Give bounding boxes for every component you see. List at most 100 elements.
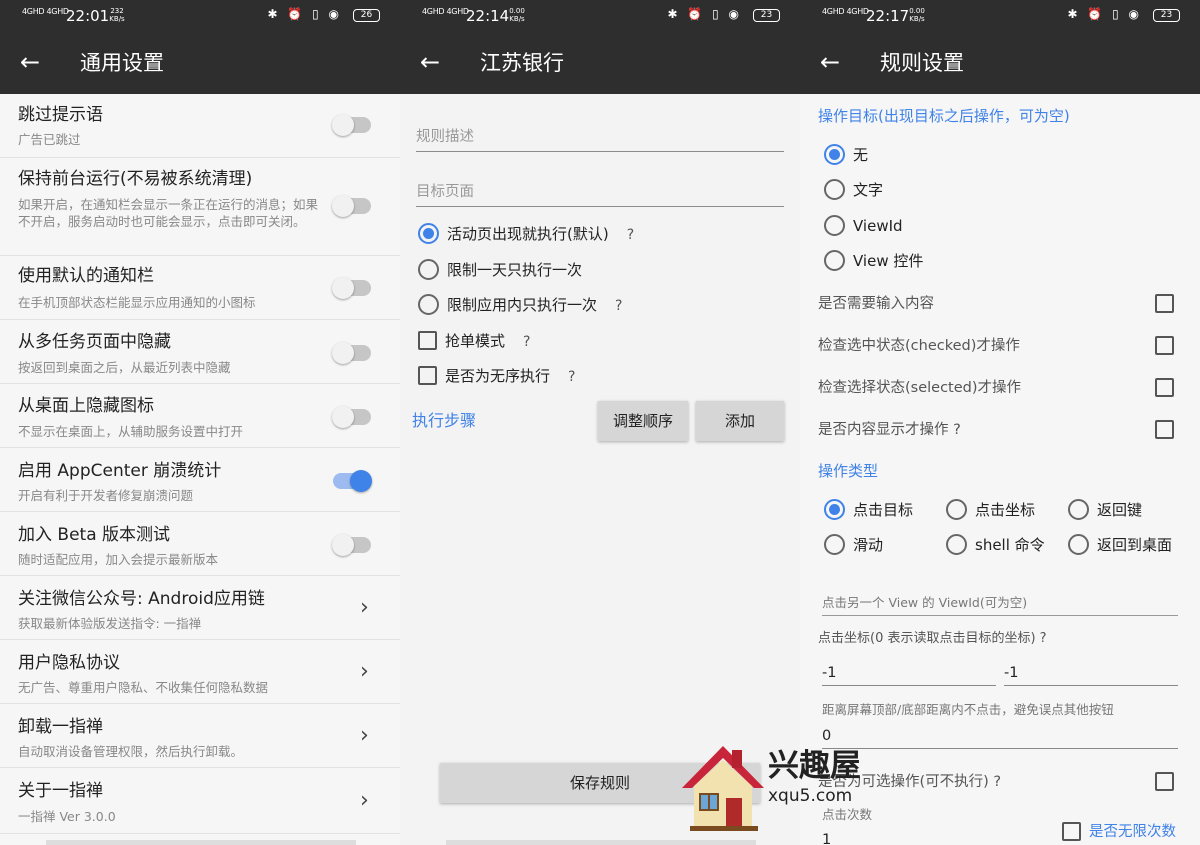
setting-title: 用户隐私协议	[18, 653, 120, 673]
setting-default-notification[interactable]: 使用默认的通知栏 在手机顶部状态栏能显示应用通知的小图标	[0, 256, 400, 320]
radio-run-on-activity[interactable]: 活动页出现就执行(默认)?	[418, 222, 634, 246]
distance-label: 距离屏幕顶部/底部距离内不点击，避免误点其他按钮	[822, 702, 1114, 717]
checkbox-label: 抢单模式	[445, 332, 506, 350]
toggle-switch[interactable]	[333, 470, 372, 492]
radio-target-view-control[interactable]: View 控件	[824, 249, 923, 273]
radio-type-click-coord[interactable]: 点击坐标	[946, 498, 1035, 522]
help-question-icon[interactable]: ?	[523, 334, 530, 350]
house-icon	[682, 746, 764, 831]
radio-type-home[interactable]: 返回到桌面	[1068, 533, 1172, 557]
radio-type-swipe[interactable]: 滑动	[824, 533, 883, 557]
setting-subtitle: 获取最新体验版发送指令: 一指禅	[18, 616, 202, 631]
setting-about[interactable]: 关于一指禅 一指禅 Ver 3.0.0 ›	[0, 768, 400, 834]
help-question-icon[interactable]: ?	[568, 369, 575, 385]
radio-label: 文字	[853, 181, 884, 199]
radio-target-text[interactable]: 文字	[824, 178, 883, 202]
setting-title: 跳过提示语	[18, 105, 103, 125]
radio-unchecked-icon	[824, 215, 845, 236]
reorder-button[interactable]: 调整顺序	[598, 401, 688, 441]
watermark-site: xqu5.com	[768, 786, 853, 806]
help-question-icon[interactable]: ?	[615, 298, 622, 314]
back-arrow-icon[interactable]: ←	[20, 48, 40, 76]
toggle-switch[interactable]	[332, 277, 371, 299]
radio-type-shell[interactable]: shell 命令	[946, 533, 1045, 557]
radio-label: View 控件	[853, 252, 924, 270]
radio-once-per-day[interactable]: 限制一天只执行一次	[418, 258, 582, 282]
other-viewid-input[interactable]: 点击另一个 View 的 ViewId(可为空)	[822, 592, 1178, 616]
setting-title: 保持前台运行(不易被系统清理)	[18, 169, 253, 189]
radio-unchecked-icon	[1068, 534, 1089, 555]
status-icons: ✱ ⏰ ▯ ◉	[1067, 7, 1142, 21]
setting-title: 从桌面上隐藏图标	[18, 396, 154, 416]
checkbox-selected-state[interactable]	[1155, 378, 1174, 397]
setting-subtitle: 广告已跳过	[18, 132, 81, 147]
checkbox-unlimited[interactable]: 是否无限次数	[1062, 820, 1176, 844]
target-page-input[interactable]: 目标页面	[416, 181, 784, 207]
back-arrow-icon[interactable]: ←	[420, 48, 440, 76]
toggle-switch[interactable]	[332, 195, 371, 217]
radio-type-click-target[interactable]: 点击目标	[824, 498, 913, 522]
radio-type-back-key[interactable]: 返回键	[1068, 498, 1142, 522]
checkbox-optional[interactable]	[1155, 772, 1174, 791]
chevron-right-icon: ›	[360, 788, 369, 813]
setting-skip-tips[interactable]: 跳过提示语 广告已跳过	[0, 94, 400, 158]
chevron-right-icon: ›	[360, 723, 369, 748]
setting-privacy-policy[interactable]: 用户隐私协议 无广告、尊重用户隐私、不收集任何隐私数据 ›	[0, 640, 400, 704]
battery-icon: 26	[353, 9, 380, 22]
signal-icon: 4GHD 4GHD	[822, 7, 869, 16]
checkbox-checked-state[interactable]	[1155, 336, 1174, 355]
radio-unchecked-icon	[946, 534, 967, 555]
radio-target-none[interactable]: 无	[824, 143, 868, 167]
setting-title: 关注微信公众号: Android应用链	[18, 589, 265, 609]
setting-beta-test[interactable]: 加入 Beta 版本测试 随时适配应用，加入会提示最新版本	[0, 512, 400, 576]
coord-label: 点击坐标(0 表示读取点击目标的坐标) ?	[818, 631, 1047, 646]
rule-description-input[interactable]: 规则描述	[416, 126, 784, 152]
setting-subtitle: 一指禅 Ver 3.0.0	[18, 809, 116, 824]
toggle-switch[interactable]	[332, 342, 371, 364]
checkbox-need-input[interactable]	[1155, 294, 1174, 313]
setting-appcenter-crash[interactable]: 启用 AppCenter 崩溃统计 开启有利于开发者修复崩溃问题	[0, 448, 400, 512]
radio-unchecked-icon	[418, 294, 439, 315]
setting-uninstall[interactable]: 卸载一指禅 自动取消设备管理权限，然后执行卸载。 ›	[0, 704, 400, 768]
page-title: 通用设置	[80, 51, 164, 75]
setting-keep-foreground[interactable]: 保持前台运行(不易被系统清理) 如果开启，在通知栏会显示一条正在运行的消息；如果…	[0, 158, 400, 256]
setting-subtitle: 无广告、尊重用户隐私、不收集任何隐私数据	[18, 680, 269, 695]
radio-unchecked-icon	[418, 259, 439, 280]
rule-edit-screen: 4GHD 4GHD 22:14 0.00 KB/s ✱ ⏰ ▯ ◉ 23 ← 江苏…	[400, 0, 800, 845]
setting-hide-recents[interactable]: 从多任务页面中隐藏 按返回到桌面之后，从最近列表中隐藏	[0, 320, 400, 384]
execution-steps-link[interactable]: 执行步骤	[412, 410, 476, 432]
setting-hide-launcher-icon[interactable]: 从桌面上隐藏图标 不显示在桌面上，从辅助服务设置中打开	[0, 384, 400, 448]
page-title: 规则设置	[880, 51, 964, 75]
setting-title: 启用 AppCenter 崩溃统计	[18, 461, 222, 481]
radio-target-viewid[interactable]: ViewId	[824, 214, 903, 238]
setting-wechat-follow[interactable]: 关注微信公众号: Android应用链 获取最新体验版发送指令: 一指禅 ›	[0, 576, 400, 640]
toggle-switch[interactable]	[332, 406, 371, 428]
radio-unchecked-icon	[824, 534, 845, 555]
status-icons: ✱ ⏰ ▯ ◉	[667, 7, 742, 21]
check-label-checked: 检查选中状态(checked)才操作	[818, 338, 1020, 354]
radio-label: ViewId	[853, 217, 903, 235]
radio-label: shell 命令	[975, 536, 1045, 554]
setting-title: 从多任务页面中隐藏	[18, 332, 171, 352]
status-bar: 4GHD 4GHD 22:14 0.00 KB/s ✱ ⏰ ▯ ◉ 23	[400, 0, 800, 32]
radio-label: 无	[853, 146, 869, 164]
network-speed: 0.00 KB/s	[909, 7, 925, 23]
checkbox-grab-mode[interactable]: 抢单模式?	[418, 329, 530, 353]
watermark-brand: 兴趣屋	[768, 748, 861, 784]
coord-y-input[interactable]: -1	[1004, 662, 1178, 686]
checkbox-displayed[interactable]	[1155, 420, 1174, 439]
checkbox-unordered[interactable]: 是否为无序执行?	[418, 364, 575, 388]
add-button[interactable]: 添加	[696, 401, 784, 441]
coord-x-input[interactable]: -1	[822, 662, 996, 686]
radio-once-per-app[interactable]: 限制应用内只执行一次?	[418, 293, 622, 317]
help-question-icon[interactable]: ?	[627, 227, 634, 243]
toggle-switch[interactable]	[332, 114, 371, 136]
toggle-switch[interactable]	[332, 534, 371, 556]
setting-title: 加入 Beta 版本测试	[18, 525, 171, 545]
app-bar: ← 江苏银行	[400, 32, 800, 94]
signal-icon: 4GHD 4GHD	[422, 7, 469, 16]
radio-label: 限制应用内只执行一次	[447, 296, 598, 314]
back-arrow-icon[interactable]: ←	[820, 48, 840, 76]
battery-icon: 23	[753, 9, 780, 22]
setting-title: 使用默认的通知栏	[18, 266, 154, 286]
